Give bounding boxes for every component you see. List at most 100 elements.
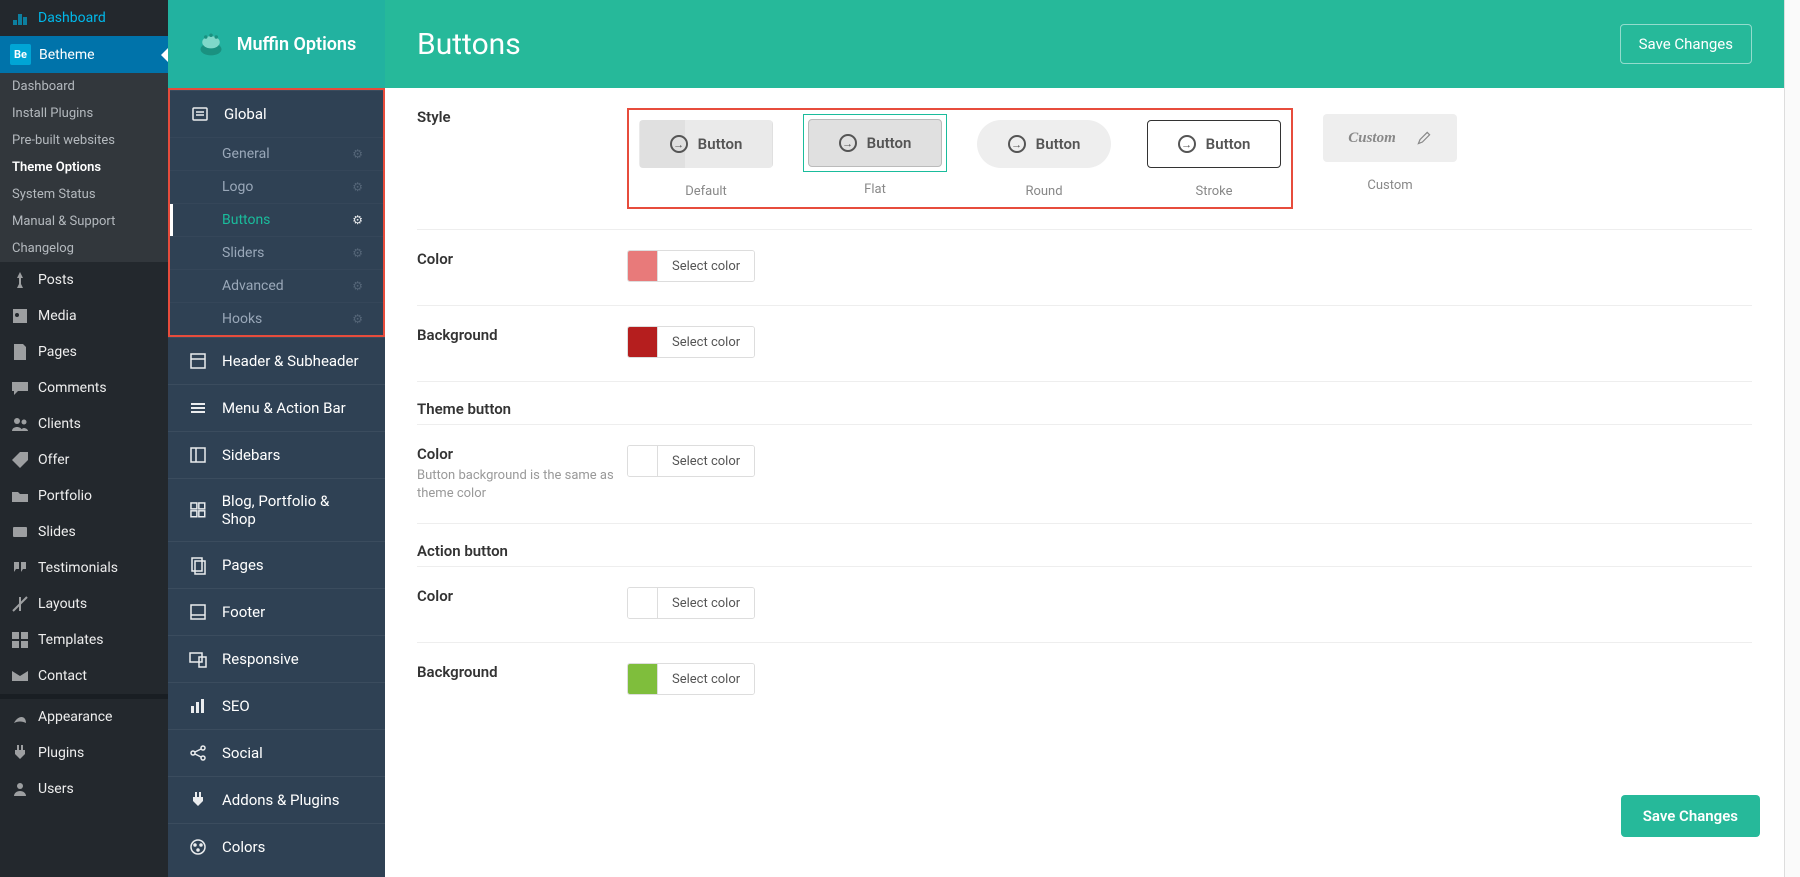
arrow-right-icon [670, 135, 688, 153]
wp-menu-contact[interactable]: Contact [0, 658, 168, 694]
color-picker[interactable]: Select color [627, 250, 755, 282]
mo-sub-sliders[interactable]: Sliders⚙ [170, 236, 383, 269]
field-desc: Button background is the same as theme c… [417, 467, 627, 503]
wp-menu-label: Posts [38, 272, 74, 288]
select-color-button[interactable]: Select color [658, 327, 754, 357]
style-options: Button Default Button Flat Button Round [627, 108, 1752, 209]
contact-icon [10, 666, 30, 686]
appearance-icon [10, 707, 30, 727]
wp-sub-changelog[interactable]: Changelog [0, 235, 168, 262]
slides-icon [10, 522, 30, 542]
mo-cat-social[interactable]: Social [168, 729, 385, 776]
mo-cat-header[interactable]: Header & Subheader [168, 337, 385, 384]
wp-menu-label: Users [38, 781, 74, 797]
wp-sub-install-plugins[interactable]: Install Plugins [0, 100, 168, 127]
section-action-button: Action button [417, 524, 1752, 567]
color-swatch [628, 588, 658, 618]
page-icon [10, 342, 30, 362]
pages-icon [188, 555, 208, 575]
wp-menu-testimonials[interactable]: Testimonials [0, 550, 168, 586]
arrow-right-icon [839, 134, 857, 152]
color-picker[interactable]: Select color [627, 445, 755, 477]
color-swatch [628, 446, 658, 476]
style-option-flat[interactable]: Button Flat [803, 114, 947, 199]
wp-menu-label: Layouts [38, 596, 87, 612]
main-header: Buttons Save Changes [385, 0, 1784, 88]
gear-icon: ⚙ [352, 147, 363, 161]
color-picker[interactable]: Select color [627, 326, 755, 358]
style-option-round[interactable]: Button Round [971, 114, 1117, 199]
wp-menu-clients[interactable]: Clients [0, 406, 168, 442]
mo-sub-hooks[interactable]: Hooks⚙ [170, 302, 383, 335]
mo-cat-pages[interactable]: Pages [168, 541, 385, 588]
dashboard-icon [10, 8, 30, 28]
save-changes-top-button[interactable]: Save Changes [1620, 24, 1752, 64]
wp-menu-templates[interactable]: Templates [0, 622, 168, 658]
mo-cat-responsive[interactable]: Responsive [168, 635, 385, 682]
wp-sub-system-status[interactable]: System Status [0, 181, 168, 208]
wp-menu-appearance[interactable]: Appearance [0, 699, 168, 735]
global-highlight-box: Global General⚙ Logo⚙ Buttons⚙ Sliders⚙ … [168, 88, 385, 337]
wp-menu-pages[interactable]: Pages [0, 334, 168, 370]
style-caption: Stroke [1195, 184, 1232, 199]
mo-cat-menu[interactable]: Menu & Action Bar [168, 384, 385, 431]
arrow-right-icon [1008, 135, 1026, 153]
wp-menu-users[interactable]: Users [0, 771, 168, 807]
select-color-button[interactable]: Select color [658, 251, 754, 281]
mo-sub-general[interactable]: General⚙ [170, 137, 383, 170]
mo-sub-global: General⚙ Logo⚙ Buttons⚙ Sliders⚙ Advance… [170, 137, 383, 335]
wp-menu-media[interactable]: Media [0, 298, 168, 334]
color-picker[interactable]: Select color [627, 587, 755, 619]
wp-menu-plugins[interactable]: Plugins [0, 735, 168, 771]
mo-sub-logo[interactable]: Logo⚙ [170, 170, 383, 203]
gear-icon: ⚙ [352, 180, 363, 194]
scrollbar[interactable] [1784, 0, 1800, 877]
select-color-button[interactable]: Select color [658, 446, 754, 476]
save-changes-button[interactable]: Save Changes [1621, 795, 1760, 837]
wp-menu-label: Templates [38, 632, 104, 648]
mo-sub-buttons[interactable]: Buttons⚙ [170, 203, 383, 236]
wp-sub-dashboard[interactable]: Dashboard [0, 73, 168, 100]
style-caption: Flat [864, 182, 886, 197]
wp-menu-label: Comments [38, 380, 107, 396]
wp-menu-dashboard[interactable]: Dashboard [0, 0, 168, 36]
mo-cat-seo[interactable]: SEO [168, 682, 385, 729]
wp-menu-offer[interactable]: Offer [0, 442, 168, 478]
select-color-button[interactable]: Select color [658, 588, 754, 618]
pin-icon [10, 270, 30, 290]
select-color-button[interactable]: Select color [658, 664, 754, 694]
mo-cat-global[interactable]: Global [170, 90, 383, 137]
style-option-default[interactable]: Button Default [633, 114, 779, 199]
color-swatch [628, 327, 658, 357]
wp-sub-prebuilt[interactable]: Pre-built websites [0, 127, 168, 154]
style-option-stroke[interactable]: Button Stroke [1141, 114, 1287, 199]
mo-cat-sidebars[interactable]: Sidebars [168, 431, 385, 478]
color-swatch [628, 664, 658, 694]
field-label: Background [417, 663, 627, 681]
wp-menu-layouts[interactable]: Layouts [0, 586, 168, 622]
wp-sub-theme-options[interactable]: Theme Options [0, 154, 168, 181]
gear-icon: ⚙ [352, 312, 363, 326]
muffin-logo-icon [197, 30, 225, 58]
mo-sub-advanced[interactable]: Advanced⚙ [170, 269, 383, 302]
style-option-custom[interactable]: Custom Custom [1317, 108, 1463, 193]
wp-menu-comments[interactable]: Comments [0, 370, 168, 406]
field-style: Style Button Default Button Flat [417, 88, 1752, 230]
users-icon [10, 779, 30, 799]
color-picker[interactable]: Select color [627, 663, 755, 695]
wp-menu-slides[interactable]: Slides [0, 514, 168, 550]
mo-cat-colors[interactable]: Colors [168, 823, 385, 870]
wp-menu-portfolio[interactable]: Portfolio [0, 478, 168, 514]
wp-menu-label: Betheme [39, 47, 95, 63]
mo-cat-addons[interactable]: Addons & Plugins [168, 776, 385, 823]
section-theme-button: Theme button [417, 382, 1752, 425]
wp-sub-manual[interactable]: Manual & Support [0, 208, 168, 235]
page-title: Buttons [417, 27, 521, 62]
wp-menu-posts[interactable]: Posts [0, 262, 168, 298]
wp-admin-sidebar: Dashboard Be Betheme Dashboard Install P… [0, 0, 168, 877]
wp-submenu-betheme: Dashboard Install Plugins Pre-built webs… [0, 73, 168, 262]
wp-menu-betheme[interactable]: Be Betheme [0, 36, 168, 73]
blog-icon [188, 500, 208, 520]
mo-cat-footer[interactable]: Footer [168, 588, 385, 635]
mo-cat-blog[interactable]: Blog, Portfolio & Shop [168, 478, 385, 541]
